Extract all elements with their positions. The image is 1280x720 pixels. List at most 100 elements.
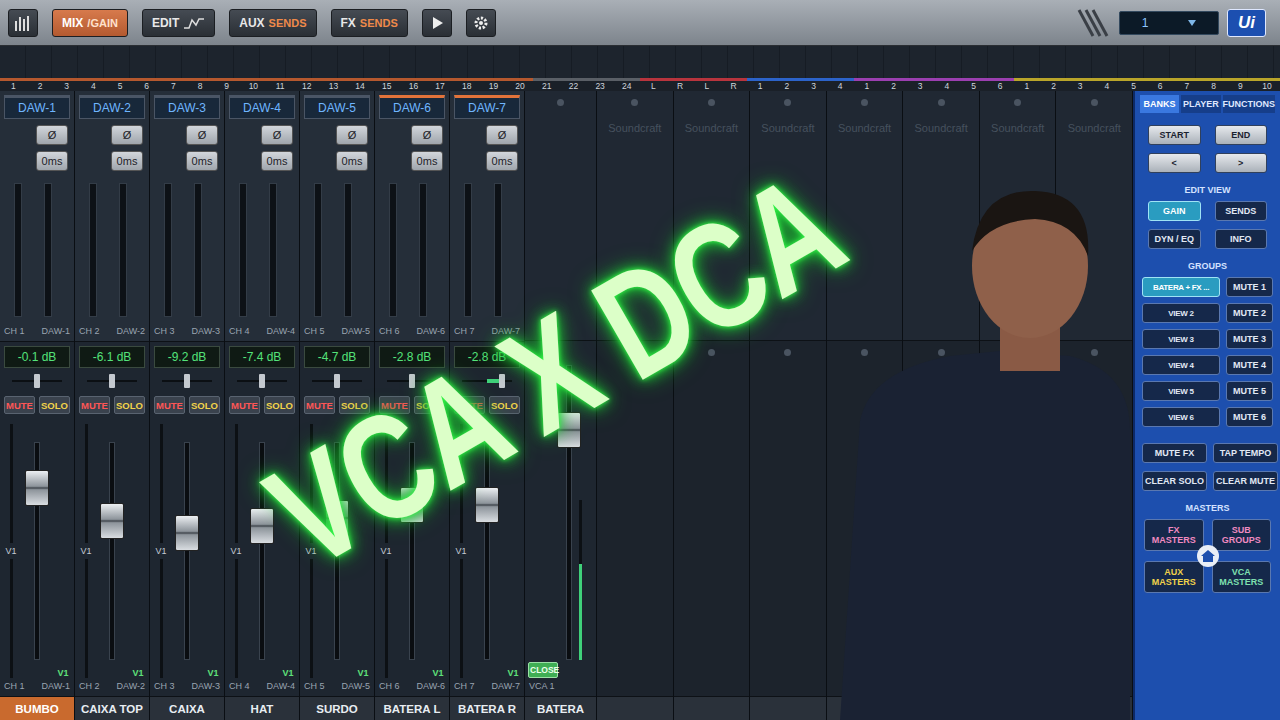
delay-button[interactable]: 0ms [111,151,143,171]
mute-button[interactable]: MUTE [229,396,260,414]
phase-button[interactable]: Ø [36,125,68,145]
function-button[interactable]: CLEAR SOLO [1142,471,1207,491]
channel-number[interactable]: 19 [480,78,507,91]
solo-button[interactable]: SOLO [39,396,70,414]
phase-button[interactable]: Ø [411,125,443,145]
channel-number[interactable]: 20 [507,78,534,91]
phase-button[interactable]: Ø [261,125,293,145]
bank-nav-button[interactable]: > [1215,153,1268,173]
channel-number[interactable]: 4 [827,78,854,91]
channel-number[interactable]: 2 [773,78,800,91]
channel-number[interactable]: 2 [27,78,54,91]
delay-button[interactable]: 0ms [486,151,518,171]
delay-button[interactable]: 0ms [336,151,368,171]
solo-button[interactable]: SOLO [264,396,295,414]
channel-number[interactable]: 8 [187,78,214,91]
channel-number[interactable]: 12 [293,78,320,91]
channel-name[interactable]: DAW-1 [4,95,70,119]
channel-label[interactable]: CAIXA TOP [75,696,149,720]
channel-number[interactable]: R [720,78,747,91]
mute-button[interactable]: MUTE [154,396,185,414]
channel-number[interactable]: L [693,78,720,91]
delay-button[interactable]: 0ms [261,151,293,171]
pan-slider[interactable] [87,374,137,388]
channel-number[interactable]: 9 [213,78,240,91]
edit-view-button[interactable]: INFO [1215,229,1268,249]
channel-fader[interactable] [96,424,128,678]
meters-button[interactable] [8,9,38,37]
channel-number[interactable]: 1 [0,78,27,91]
pan-slider[interactable] [312,374,362,388]
channel-number[interactable]: 22 [560,78,587,91]
channel-number[interactable]: 18 [453,78,480,91]
channel-number[interactable]: 9 [1227,78,1254,91]
edit-view-button[interactable]: DYN / EQ [1148,229,1201,249]
channel-number[interactable]: 1 [747,78,774,91]
mute-button[interactable]: MUTE [304,396,335,414]
master-button[interactable]: FX MASTERS [1144,519,1204,551]
settings-button[interactable] [466,9,496,37]
close-button[interactable]: CLOSE [528,662,558,678]
channel-number[interactable]: 16 [400,78,427,91]
bank-nav-button[interactable]: END [1215,125,1268,145]
channel-number[interactable]: R [667,78,694,91]
channel-number[interactable]: 24 [613,78,640,91]
channel-number[interactable]: 7 [1174,78,1201,91]
group-mute-button[interactable]: MUTE 2 [1226,303,1273,323]
channel-number[interactable]: 15 [373,78,400,91]
mute-button[interactable]: MUTE [379,396,410,414]
solo-button[interactable]: SOLO [339,396,370,414]
panel-tab[interactable]: BANKS [1140,95,1179,113]
delay-button[interactable]: 0ms [36,151,68,171]
channel-number[interactable]: 23 [587,78,614,91]
group-view-button[interactable]: BATERA + FX ... [1142,277,1220,297]
group-view-button[interactable]: VIEW 4 [1142,355,1220,375]
channel-number[interactable]: 6 [133,78,160,91]
channel-number[interactable]: 7 [160,78,187,91]
group-mute-button[interactable]: MUTE 1 [1226,277,1273,297]
group-mute-button[interactable]: MUTE 6 [1226,407,1273,427]
group-view-button[interactable]: VIEW 3 [1142,329,1220,349]
phase-button[interactable]: Ø [111,125,143,145]
channel-number[interactable]: 5 [960,78,987,91]
delay-button[interactable]: 0ms [411,151,443,171]
group-mute-button[interactable]: MUTE 3 [1226,329,1273,349]
master-button[interactable]: AUX MASTERS [1144,561,1204,593]
channel-name[interactable]: DAW-4 [229,95,295,119]
solo-button[interactable]: SOLO [114,396,145,414]
group-mute-button[interactable]: MUTE 5 [1226,381,1273,401]
channel-number[interactable]: 3 [800,78,827,91]
home-button[interactable] [1197,545,1219,567]
channel-name[interactable]: DAW-7 [454,95,520,119]
channel-fader[interactable] [321,424,353,678]
vca-fader[interactable] [560,347,577,678]
channel-number[interactable]: 11 [267,78,294,91]
pan-slider[interactable] [462,374,512,388]
channel-name[interactable]: DAW-2 [79,95,145,119]
channel-label[interactable]: HAT [225,696,299,720]
panel-tab[interactable]: FUNCTIONS [1223,95,1276,113]
channel-number[interactable]: 2 [880,78,907,91]
function-button[interactable]: TAP TEMPO [1213,443,1278,463]
group-view-button[interactable]: VIEW 6 [1142,407,1220,427]
channel-fader[interactable] [246,424,278,678]
channel-number[interactable]: 4 [934,78,961,91]
group-view-button[interactable]: VIEW 2 [1142,303,1220,323]
mute-button[interactable]: MUTE [4,396,35,414]
channel-number[interactable]: 3 [907,78,934,91]
channel-number[interactable]: 2 [1040,78,1067,91]
channel-number[interactable]: 1 [854,78,881,91]
phase-button[interactable]: Ø [486,125,518,145]
channel-number[interactable]: 10 [1254,78,1280,91]
channel-name[interactable]: DAW-5 [304,95,370,119]
channel-fader[interactable] [171,424,203,678]
channel-number[interactable]: 1 [1014,78,1041,91]
bank-nav-button[interactable]: START [1148,125,1201,145]
mute-button[interactable]: MUTE [454,396,485,414]
bank-nav-button[interactable]: < [1148,153,1201,173]
master-button[interactable]: VCA MASTERS [1212,561,1272,593]
channel-label[interactable]: CAIXA [150,696,224,720]
channel-number[interactable]: 8 [1200,78,1227,91]
channel-number[interactable]: 13 [320,78,347,91]
channel-number[interactable]: 5 [107,78,134,91]
